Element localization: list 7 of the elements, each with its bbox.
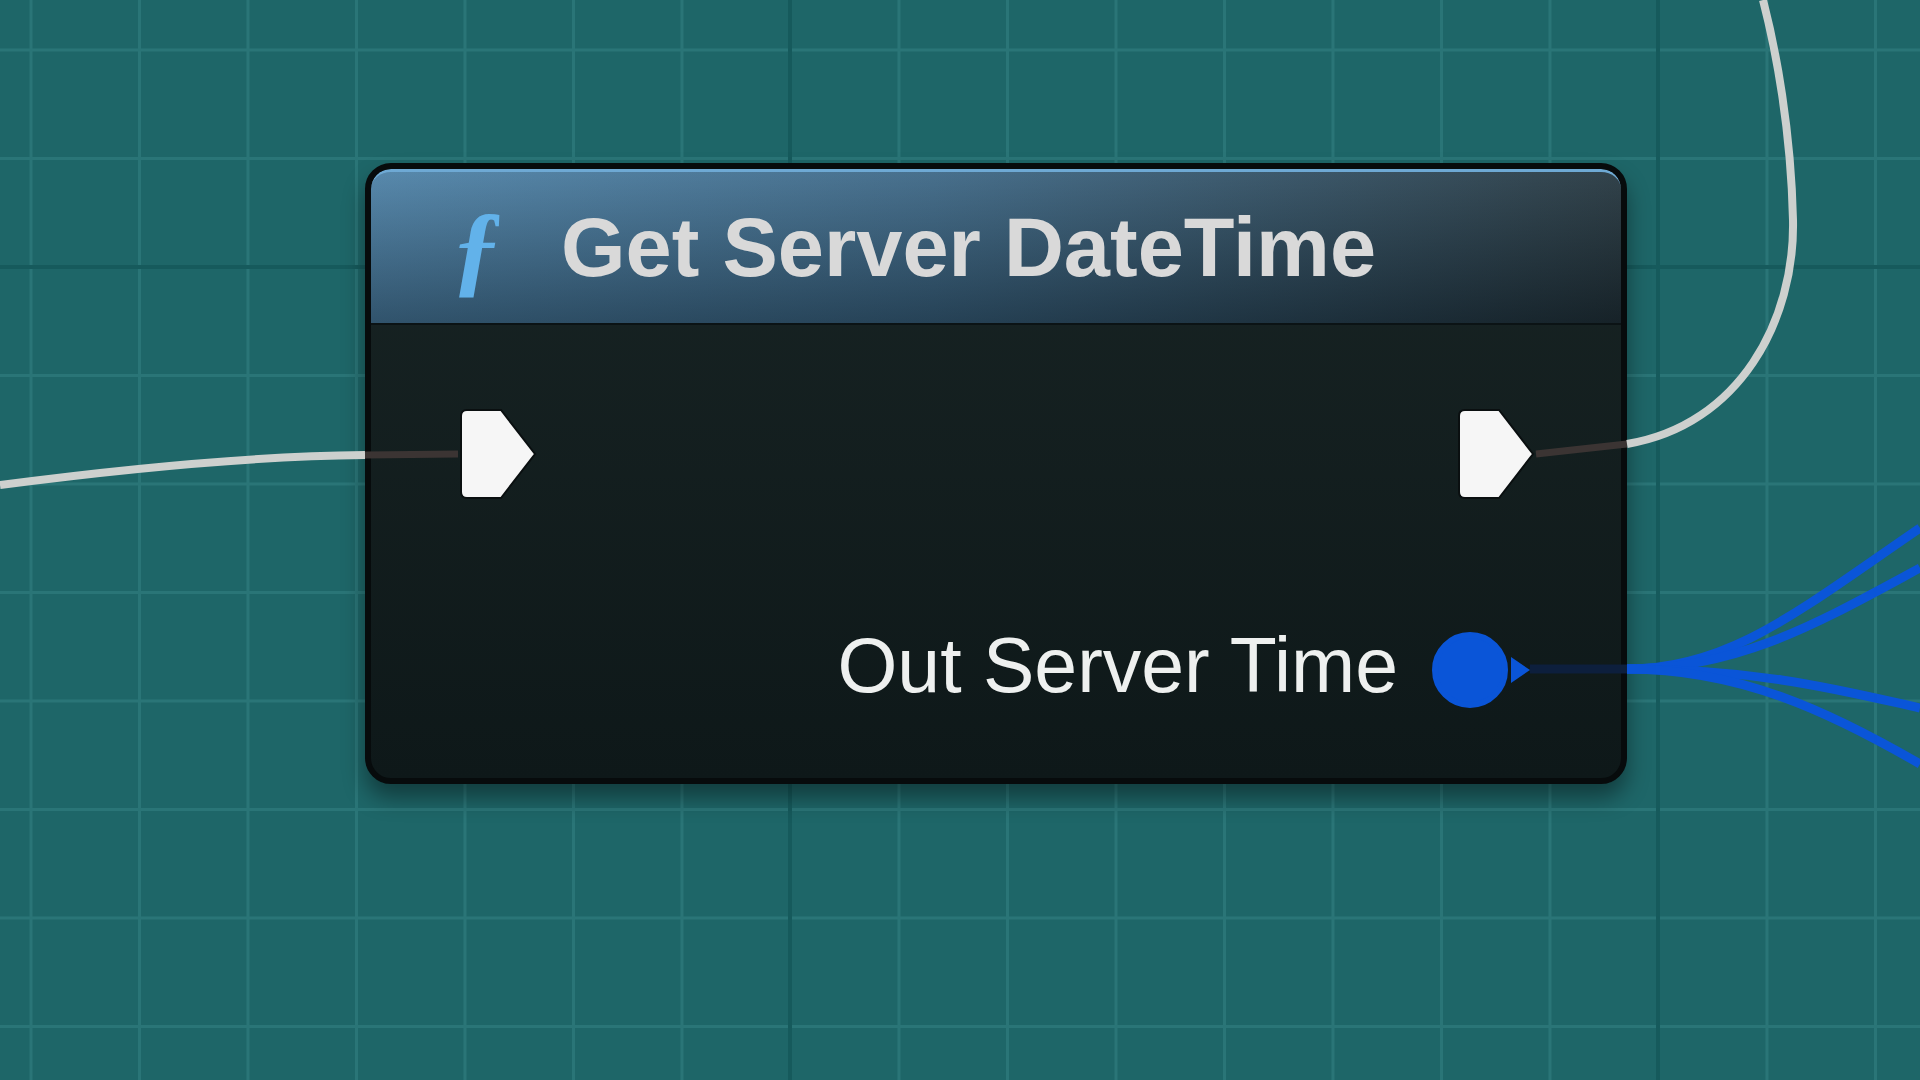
node-title: Get Server DateTime	[561, 206, 1377, 289]
pin-label: Out Server Time	[837, 626, 1398, 704]
exec-pin[interactable]	[1456, 407, 1536, 501]
exec-pin[interactable]	[458, 407, 538, 501]
function-node[interactable]: ƒ Get Server DateTime Out Server Time	[365, 163, 1627, 784]
data-pin[interactable]	[1432, 631, 1530, 709]
function-icon: ƒ	[445, 195, 509, 300]
